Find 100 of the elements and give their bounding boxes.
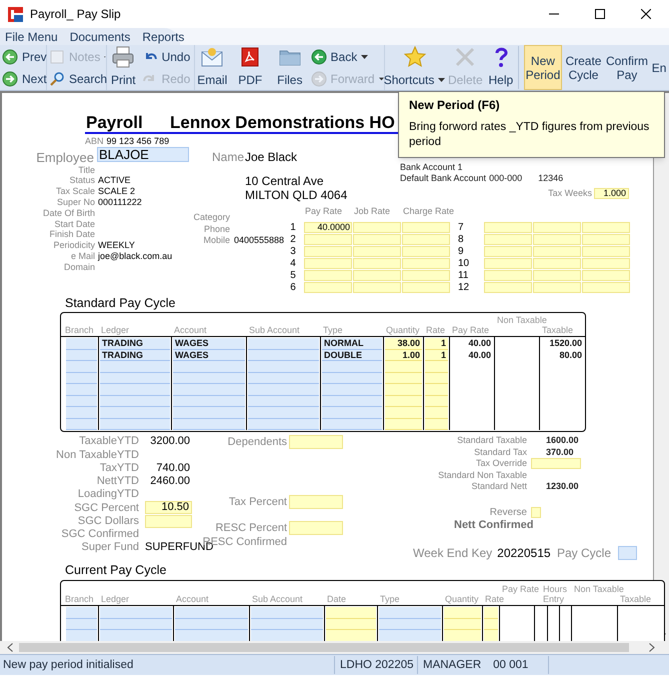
table-cell[interactable] [248, 396, 319, 407]
table-cell[interactable] [385, 396, 422, 407]
table-cell[interactable] [484, 618, 498, 630]
table-cell[interactable] [100, 630, 172, 641]
table-cell[interactable] [66, 361, 97, 372]
scrollbar-thumb[interactable] [19, 643, 629, 652]
table-cell[interactable] [251, 618, 323, 630]
table-cell[interactable] [425, 384, 448, 396]
table-cell[interactable] [248, 418, 319, 430]
toolbar-button[interactable]: Help [486, 45, 516, 90]
table-cell[interactable] [326, 630, 376, 641]
menu-item[interactable]: File Menu [3, 30, 60, 44]
toolbar-button[interactable]: Files [271, 45, 309, 90]
rate-field[interactable] [353, 246, 401, 256]
table-cell[interactable] [248, 338, 319, 350]
table-cell[interactable]: WAGES [173, 350, 245, 361]
toolbar-button[interactable]: Confirm Pay [604, 45, 650, 90]
rate-field[interactable] [582, 246, 630, 256]
table-cell[interactable] [173, 372, 245, 384]
rate-field[interactable] [582, 234, 630, 244]
table-cell[interactable] [66, 407, 97, 418]
rate-field[interactable] [484, 246, 532, 256]
table-cell[interactable] [322, 361, 382, 372]
rate-field[interactable] [484, 234, 532, 244]
table-cell[interactable] [326, 618, 376, 630]
table-cell[interactable] [326, 607, 376, 618]
rate-field[interactable] [304, 246, 352, 256]
toolbar-button[interactable]: PDF [230, 45, 272, 90]
rate-field[interactable] [402, 234, 450, 244]
table-cell[interactable] [425, 396, 448, 407]
table-cell[interactable] [425, 407, 448, 418]
table-cell[interactable] [425, 418, 448, 430]
table-cell[interactable] [385, 361, 422, 372]
toolbar-button[interactable]: Print [107, 45, 140, 90]
rate-field[interactable] [304, 258, 352, 268]
pay-cycle-field[interactable] [618, 546, 638, 560]
table-cell[interactable] [379, 607, 441, 618]
rate-field[interactable] [402, 270, 450, 280]
table-cell[interactable] [385, 384, 422, 396]
table-cell[interactable] [175, 630, 248, 641]
rate-field[interactable] [582, 282, 630, 292]
rate-field[interactable] [533, 246, 581, 256]
table-cell[interactable] [175, 607, 248, 618]
input-field[interactable] [145, 514, 192, 528]
rate-field[interactable] [484, 270, 532, 280]
table-cell[interactable] [385, 372, 422, 384]
rate-field[interactable] [353, 222, 401, 232]
table-cell[interactable] [322, 407, 382, 418]
input-field[interactable]: 10.50 [145, 501, 192, 514]
rate-field[interactable] [582, 270, 630, 280]
table-cell[interactable] [484, 630, 498, 641]
toolbar-button[interactable]: Next [2, 68, 46, 88]
table-cell[interactable] [66, 384, 97, 396]
table-cell[interactable] [425, 361, 448, 372]
table-cell[interactable] [444, 630, 481, 641]
table-cell[interactable] [66, 396, 97, 407]
table-cell[interactable]: DOUBLE [322, 350, 382, 361]
table-cell[interactable] [66, 607, 97, 618]
table-cell[interactable] [173, 384, 245, 396]
toolbar-button[interactable]: Undo [142, 46, 194, 66]
toolbar-button[interactable]: Create Cycle [564, 45, 603, 90]
rate-field[interactable] [402, 258, 450, 268]
table-cell[interactable] [100, 418, 170, 430]
table-cell[interactable] [100, 607, 172, 618]
table-cell[interactable] [248, 407, 319, 418]
input-field[interactable] [289, 495, 343, 509]
scroll-right-icon[interactable] [649, 643, 655, 652]
table-cell[interactable] [251, 630, 323, 641]
table-cell[interactable] [100, 396, 170, 407]
rate-field[interactable] [353, 258, 401, 268]
rate-field[interactable] [533, 282, 581, 292]
toolbar-button[interactable]: Back [310, 46, 384, 66]
table-cell[interactable] [66, 372, 97, 384]
rate-field[interactable] [582, 222, 630, 232]
toolbar-button[interactable]: En [651, 45, 667, 90]
rate-field[interactable] [484, 258, 532, 268]
rate-field[interactable] [304, 234, 352, 244]
minimize-icon[interactable] [549, 13, 559, 15]
table-cell[interactable] [444, 607, 481, 618]
table-cell[interactable]: WAGES [173, 338, 245, 350]
input-field[interactable] [289, 435, 343, 449]
rate-field[interactable] [582, 258, 630, 268]
table-cell[interactable]: TRADING [100, 350, 170, 361]
table-cell[interactable] [248, 350, 319, 361]
table-cell[interactable] [425, 372, 448, 384]
table-cell[interactable] [248, 384, 319, 396]
toolbar-button[interactable]: Shortcuts [384, 45, 445, 90]
rate-field[interactable] [402, 246, 450, 256]
table-cell[interactable] [66, 418, 97, 430]
table-cell[interactable] [444, 618, 481, 630]
rate-field[interactable] [353, 270, 401, 280]
table-cell[interactable] [173, 418, 245, 430]
rate-field[interactable] [533, 222, 581, 232]
table-cell[interactable] [100, 618, 172, 630]
rate-field[interactable] [304, 282, 352, 292]
table-cell[interactable]: 1 [425, 350, 448, 361]
table-cell[interactable] [322, 396, 382, 407]
table-cell[interactable] [175, 618, 248, 630]
rate-field[interactable]: 40.0000 [304, 222, 352, 232]
rate-field[interactable] [484, 222, 532, 232]
